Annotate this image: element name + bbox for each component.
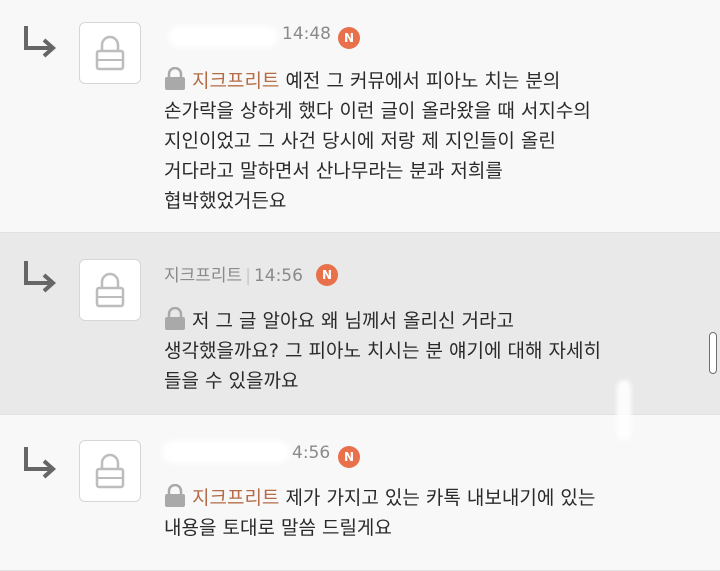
redacted-author — [168, 26, 278, 48]
new-badge-icon: N — [338, 27, 360, 49]
lock-icon — [95, 453, 125, 489]
comment-time: 4:56 — [292, 443, 331, 463]
new-badge-icon: N — [338, 446, 360, 468]
reply-arrow-icon — [24, 26, 57, 58]
comment-line: 손가락을 상하게 했다 이런 글이 올라왔을 때 서지수의 — [164, 100, 591, 122]
scrollbar-thumb[interactable] — [709, 332, 717, 374]
comment-item[interactable]: 4:56 N 지크프리트 제가 가지고 있는 카톡 내보내기에 있는 내용을 토… — [0, 415, 720, 571]
comment-meta: 14:48 — [282, 24, 331, 50]
comment-line: 예전 그 커뮤에서 피아노 치는 분의 — [285, 70, 561, 92]
comment-body: 지크프리트 제가 가지고 있는 카톡 내보내기에 있는 내용을 토대로 말씀 드… — [164, 483, 704, 543]
mention-link[interactable]: 지크프리트 — [192, 487, 279, 509]
comment-time: 14:56 — [253, 266, 303, 286]
comment-item[interactable]: 14:48 N 지크프리트 예전 그 커뮤에서 피아노 치는 분의 손가락을 상… — [0, 0, 720, 233]
avatar — [79, 22, 141, 84]
mention-link[interactable]: 지크프리트 — [192, 70, 279, 92]
comment-body: 지크프리트 예전 그 커뮤에서 피아노 치는 분의 손가락을 상하게 했다 이런… — [164, 66, 704, 216]
redacted-author — [162, 441, 290, 463]
comment-author[interactable]: 지크프리트 — [164, 266, 242, 286]
comment-time: 14:48 — [282, 24, 331, 44]
lock-icon — [95, 272, 125, 308]
comment-line: 제가 가지고 있는 카톡 내보내기에 있는 — [285, 487, 596, 509]
comment-line: 협박했었거든요 — [164, 190, 287, 212]
comment-meta: 4:56 — [292, 443, 330, 469]
new-badge-icon: N — [316, 264, 338, 286]
avatar — [79, 440, 141, 502]
comment-line: 저 그 글 알아요 왜 님께서 올리신 거라고 — [192, 310, 514, 332]
screen-glare — [617, 380, 631, 440]
avatar — [79, 259, 141, 321]
reply-arrow-icon — [24, 261, 57, 293]
secret-lock-icon — [165, 484, 185, 507]
lock-icon — [95, 35, 125, 71]
comment-line: 내용을 토대로 말씀 드릴게요 — [164, 517, 392, 539]
comment-line: 거다라고 말하면서 산나무라는 분과 저희를 — [164, 160, 503, 182]
comment-line: 생각했을까요? 그 피아노 치시는 분 얘기에 대해 자세히 — [164, 340, 601, 362]
comment-item[interactable]: 지크프리트 | 14:56 N 저 그 글 알아요 왜 님께서 올리신 거라고 생각… — [0, 233, 720, 415]
comment-meta: 지크프리트 | 14:56 — [164, 266, 303, 286]
comment-line: 지인이었고 그 사건 당시에 저랑 제 지인들이 올린 — [164, 130, 556, 152]
secret-lock-icon — [165, 307, 185, 330]
reply-arrow-icon — [24, 447, 57, 479]
secret-lock-icon — [165, 67, 185, 90]
